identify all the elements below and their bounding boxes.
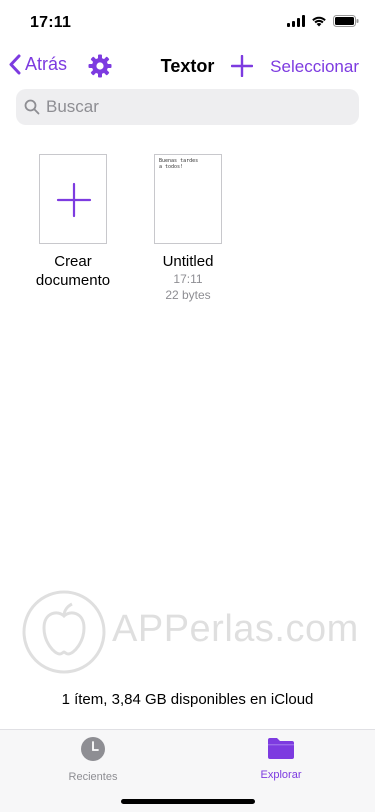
gear-icon <box>88 54 112 78</box>
navigation-bar: Atrás Textor Seleccionar <box>0 44 375 88</box>
search-icon <box>24 99 40 115</box>
cellular-signal-icon <box>287 15 305 27</box>
status-icons <box>287 15 359 27</box>
settings-button[interactable] <box>88 54 112 83</box>
battery-icon <box>333 15 359 27</box>
tab-explorar-label: Explorar <box>260 769 302 781</box>
clock-icon <box>81 737 105 761</box>
create-document-item[interactable]: Crear documento <box>13 154 133 290</box>
create-document-label: Crear documento <box>35 253 111 289</box>
select-button[interactable]: Seleccionar <box>270 57 359 77</box>
document-thumbnail[interactable]: Buenas tardes a todos! <box>154 154 222 244</box>
create-document-thumbnail[interactable] <box>39 154 107 244</box>
document-item[interactable]: Buenas tardes a todos! Untitled 17:11 22… <box>128 154 248 303</box>
folder-icon <box>268 738 294 759</box>
plus-icon <box>230 54 254 78</box>
status-time: 17:11 <box>30 14 72 31</box>
watermark: APPerlas.com <box>22 588 362 678</box>
tab-recientes-label: Recientes <box>68 771 118 783</box>
document-size: 22 bytes <box>165 288 211 302</box>
home-indicator <box>121 799 255 804</box>
chevron-left-icon <box>9 54 21 75</box>
tab-recientes[interactable]: Recientes <box>33 736 153 783</box>
page-title-text: Textor <box>160 56 215 76</box>
search-bar[interactable] <box>16 89 359 125</box>
search-input[interactable] <box>46 97 346 117</box>
storage-info: 1 ítem, 3,84 GB disponibles en iCloud <box>61 691 314 708</box>
tab-explorar[interactable]: Explorar <box>221 736 341 781</box>
tab-bar: Recientes Explorar <box>0 729 375 812</box>
watermark-text: APPerlas.com <box>112 608 359 650</box>
back-label: Atrás <box>25 54 68 74</box>
add-document-button[interactable] <box>230 54 254 82</box>
document-preview-text: Buenas tardes a todos! <box>159 158 199 170</box>
status-bar: 17:11 <box>0 0 375 44</box>
document-title: Untitled <box>162 253 214 270</box>
wifi-icon <box>312 16 326 27</box>
back-button[interactable]: Atrás <box>8 54 67 75</box>
apple-logo-watermark <box>22 590 106 674</box>
plus-icon <box>56 182 92 218</box>
document-time: 17:11 <box>173 272 203 286</box>
